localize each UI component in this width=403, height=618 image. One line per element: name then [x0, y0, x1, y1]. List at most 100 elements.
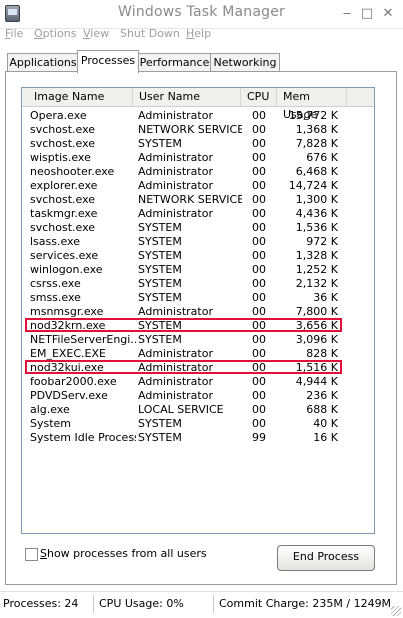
- process-cpu: 00: [252, 389, 266, 402]
- process-row[interactable]: neoshooter.exe Administrator 00 6,468 K: [22, 165, 374, 179]
- process-user: SYSTEM: [138, 431, 182, 444]
- process-user: SYSTEM: [138, 417, 182, 430]
- process-name: winlogon.exe: [30, 263, 103, 276]
- process-row[interactable]: nod32kui.exe Administrator 00 1,516 K: [22, 360, 374, 375]
- process-list[interactable]: Image Name User Name CPU Mem Usage Opera…: [21, 87, 375, 534]
- process-mem-usage: 688 K: [306, 403, 338, 416]
- status-divider: [93, 595, 94, 613]
- process-row[interactable]: taskmgr.exe Administrator 00 4,436 K: [22, 207, 374, 221]
- process-name: Opera.exe: [30, 109, 87, 122]
- close-button[interactable]: ✕: [378, 6, 398, 22]
- process-row[interactable]: msnmsgr.exe Administrator 00 7,800 K: [22, 305, 374, 319]
- process-row[interactable]: explorer.exe Administrator 00 14,724 K: [22, 179, 374, 193]
- process-row[interactable]: Opera.exe Administrator 00 15,772 K: [22, 109, 374, 123]
- process-name: wisptis.exe: [30, 151, 91, 164]
- process-row[interactable]: csrss.exe SYSTEM 00 2,132 K: [22, 277, 374, 291]
- menu-bar: File Options View Shut Down Help: [0, 26, 403, 44]
- process-name: nod32krn.exe: [30, 319, 106, 332]
- process-user: SYSTEM: [138, 291, 182, 304]
- process-mem-usage: 4,436 K: [295, 207, 338, 220]
- process-name: System Idle Process: [30, 431, 136, 444]
- process-cpu: 00: [252, 235, 266, 248]
- process-row[interactable]: System Idle Process SYSTEM 99 16 K: [22, 431, 374, 445]
- process-name: svchost.exe: [30, 123, 96, 136]
- process-mem-usage: 7,828 K: [295, 137, 338, 150]
- process-user: Administrator: [138, 375, 213, 388]
- process-row[interactable]: svchost.exe SYSTEM 00 7,828 K: [22, 137, 374, 151]
- process-row[interactable]: svchost.exe NETWORK SERVICE 00 1,368 K: [22, 123, 374, 137]
- menu-file[interactable]: File: [5, 27, 23, 40]
- tab-performance[interactable]: Performance: [137, 53, 212, 72]
- process-user: SYSTEM: [138, 137, 182, 150]
- resize-grip[interactable]: [391, 606, 401, 616]
- process-row[interactable]: NETFileServerEngi... SYSTEM 00 3,096 K: [22, 333, 374, 347]
- menu-shut-down[interactable]: Shut Down: [120, 27, 180, 40]
- process-mem-usage: 676 K: [306, 151, 338, 164]
- process-row[interactable]: nod32krn.exe SYSTEM 00 3,656 K: [22, 318, 374, 333]
- process-cpu: 99: [252, 431, 266, 444]
- process-row[interactable]: System SYSTEM 00 40 K: [22, 417, 374, 431]
- column-header-mem-usage[interactable]: Mem Usage: [277, 88, 347, 121]
- process-mem-usage: 15,772 K: [288, 109, 338, 122]
- process-rows: Opera.exe Administrator 00 15,772 K svchost.…: [22, 109, 374, 445]
- tab-applications[interactable]: Applications: [7, 53, 79, 72]
- tab-networking[interactable]: Networking: [210, 53, 280, 72]
- process-name: svchost.exe: [30, 221, 96, 234]
- process-row[interactable]: foobar2000.exe Administrator 00 4,944 K: [22, 375, 374, 389]
- process-cpu: 00: [252, 305, 266, 318]
- process-user: SYSTEM: [138, 221, 182, 234]
- process-mem-usage: 16 K: [313, 431, 338, 444]
- column-header-image-name[interactable]: Image Name: [22, 88, 133, 106]
- process-cpu: 00: [252, 263, 266, 276]
- process-row[interactable]: services.exe SYSTEM 00 1,328 K: [22, 249, 374, 263]
- menu-help[interactable]: Help: [186, 27, 211, 40]
- maximize-button[interactable]: □: [357, 6, 377, 22]
- process-user: Administrator: [138, 109, 213, 122]
- process-row[interactable]: smss.exe SYSTEM 00 36 K: [22, 291, 374, 305]
- process-cpu: 00: [252, 403, 266, 416]
- process-user: LOCAL SERVICE: [138, 403, 224, 416]
- process-mem-usage: 7,800 K: [295, 305, 338, 318]
- process-row[interactable]: PDVDServ.exe Administrator 00 236 K: [22, 389, 374, 403]
- process-row[interactable]: EM_EXEC.EXE Administrator 00 828 K: [22, 347, 374, 361]
- end-process-button[interactable]: End Process: [277, 545, 375, 571]
- process-mem-usage: 6,468 K: [295, 165, 338, 178]
- column-header-cpu[interactable]: CPU: [241, 88, 277, 106]
- process-cpu: 00: [252, 277, 266, 290]
- process-row[interactable]: svchost.exe NETWORK SERVICE 00 1,300 K: [22, 193, 374, 207]
- tab-processes[interactable]: Processes: [77, 50, 139, 73]
- tab-strip: Applications Processes Performance Netwo…: [5, 50, 397, 73]
- process-user: Administrator: [138, 305, 213, 318]
- show-all-processes-label[interactable]: Show processes from all users: [40, 547, 207, 560]
- show-all-processes-checkbox[interactable]: [25, 548, 38, 561]
- process-name: foobar2000.exe: [30, 375, 117, 388]
- process-row[interactable]: wisptis.exe Administrator 00 676 K: [22, 151, 374, 165]
- process-mem-usage: 1,300 K: [295, 193, 338, 206]
- process-user: NETWORK SERVICE: [138, 123, 242, 136]
- menu-view[interactable]: View: [83, 27, 109, 40]
- process-cpu: 00: [252, 193, 266, 206]
- process-cpu: 00: [252, 417, 266, 430]
- process-mem-usage: 40 K: [313, 417, 338, 430]
- minimize-button[interactable]: ‒: [337, 6, 357, 22]
- process-mem-usage: 972 K: [306, 235, 338, 248]
- process-row[interactable]: svchost.exe SYSTEM 00 1,536 K: [22, 221, 374, 235]
- menu-options[interactable]: Options: [34, 27, 76, 40]
- process-cpu: 00: [252, 319, 266, 332]
- title-bar[interactable]: Windows Task Manager ‒ □ ✕: [0, 0, 403, 29]
- process-user: Administrator: [138, 347, 213, 360]
- process-name: smss.exe: [30, 291, 81, 304]
- process-row[interactable]: alg.exe LOCAL SERVICE 00 688 K: [22, 403, 374, 417]
- process-user: Administrator: [138, 165, 213, 178]
- process-row[interactable]: lsass.exe SYSTEM 00 972 K: [22, 235, 374, 249]
- process-row[interactable]: winlogon.exe SYSTEM 00 1,252 K: [22, 263, 374, 277]
- process-name: svchost.exe: [30, 137, 96, 150]
- process-cpu: 00: [252, 361, 266, 374]
- process-mem-usage: 2,132 K: [295, 277, 338, 290]
- process-name: taskmgr.exe: [30, 207, 98, 220]
- process-name: svchost.exe: [30, 193, 96, 206]
- process-user: SYSTEM: [138, 235, 182, 248]
- column-header-user-name[interactable]: User Name: [133, 88, 241, 106]
- process-name: System: [30, 417, 72, 430]
- status-divider: [213, 595, 214, 613]
